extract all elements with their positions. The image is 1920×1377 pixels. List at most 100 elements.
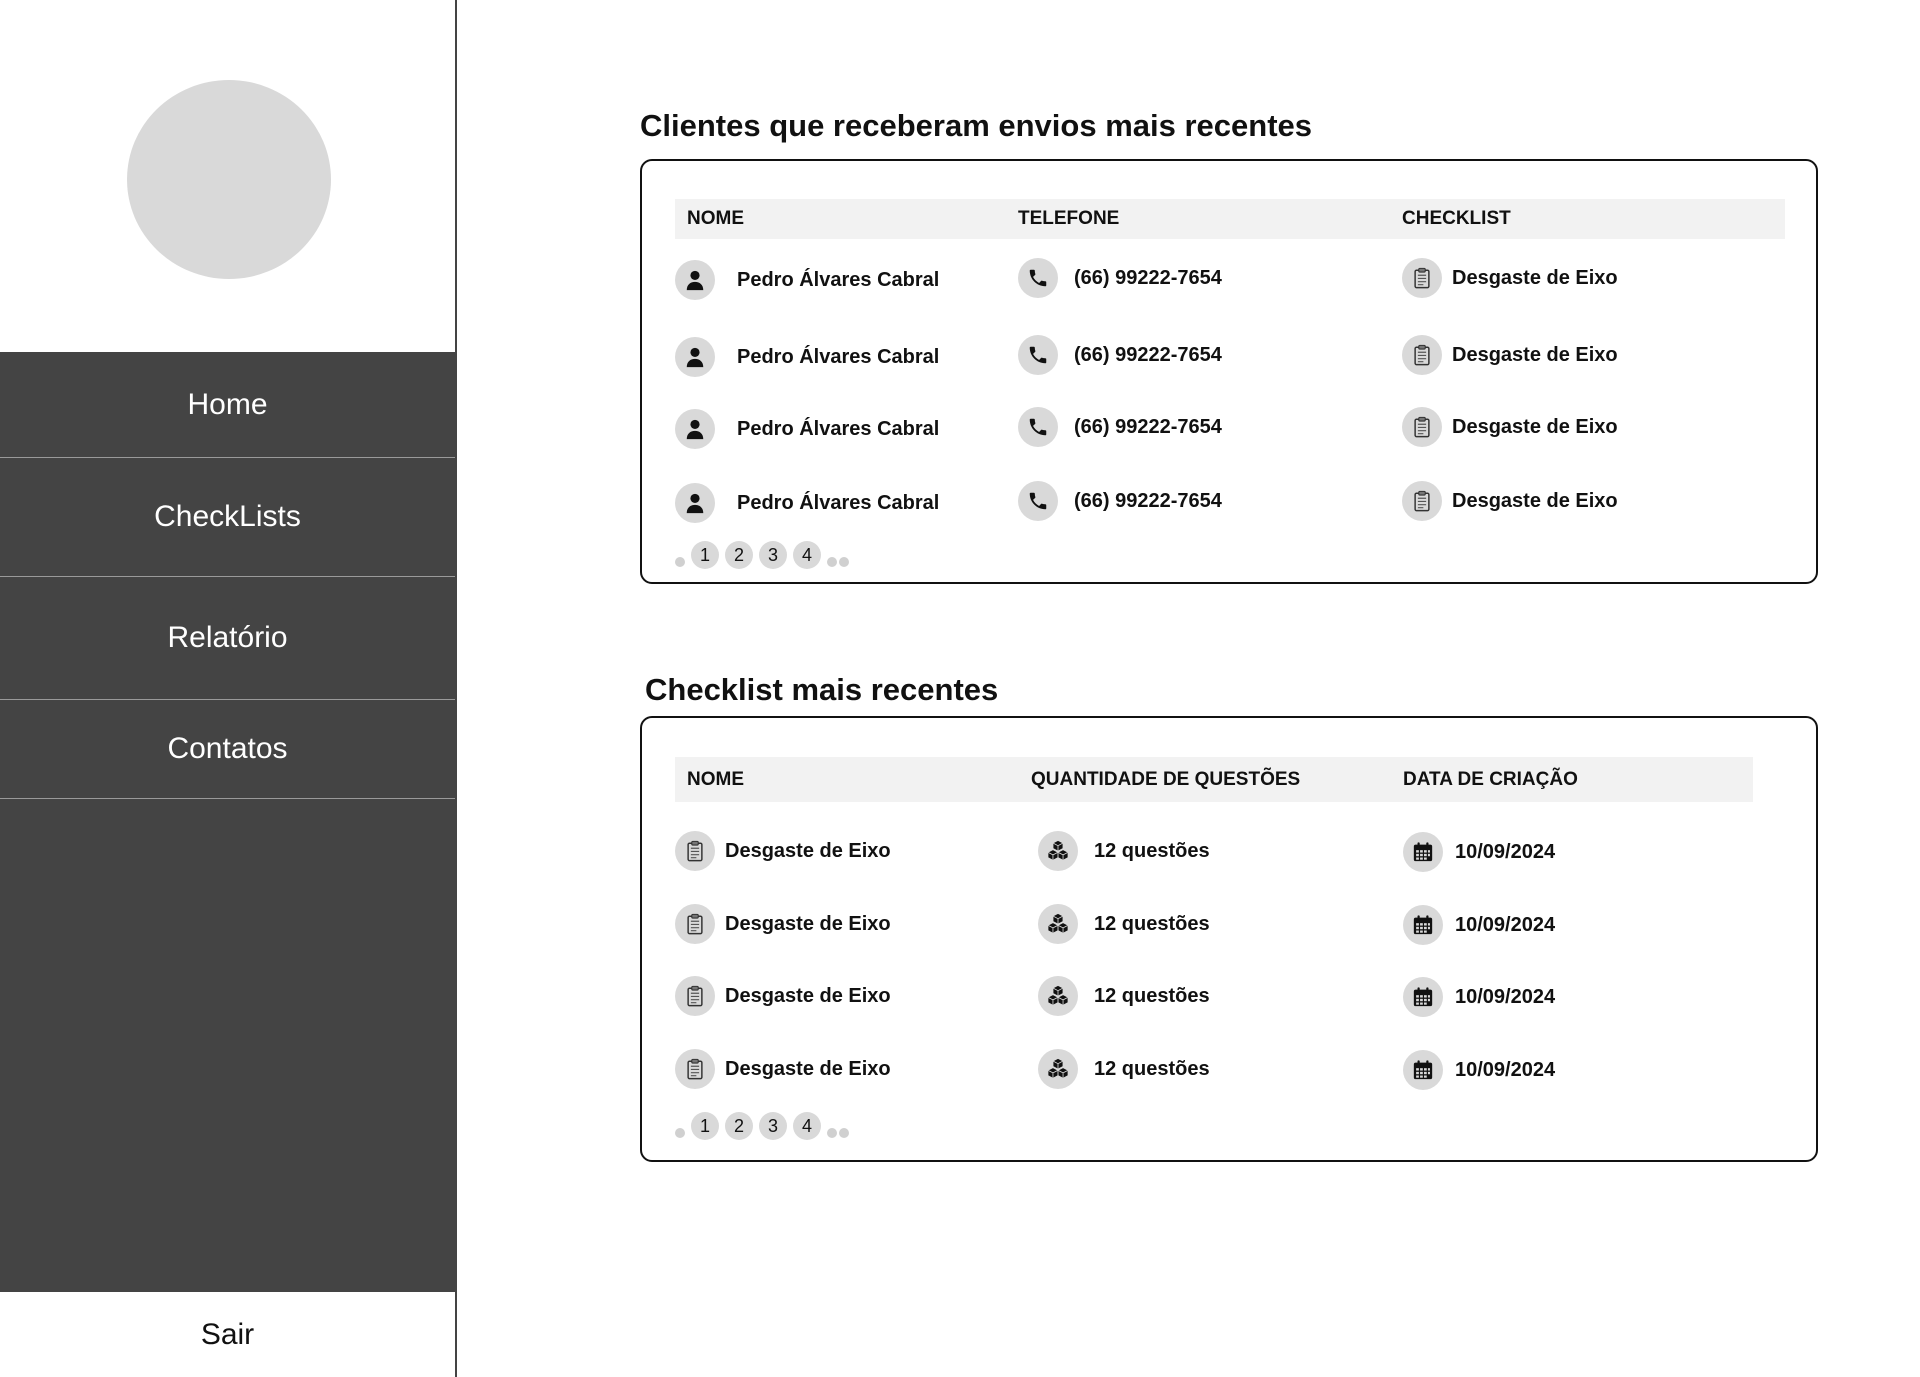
clipboard-icon — [1402, 481, 1442, 521]
column-header-nome[interactable]: NOME — [687, 199, 744, 239]
cubes-icon — [1038, 904, 1078, 944]
client-phone-cell-text: (66) 99222-7654 — [1074, 415, 1222, 438]
client-name-cell: Pedro Álvares Cabral — [675, 337, 939, 377]
checklist-questions-cell-text: 12 questões — [1094, 839, 1210, 862]
column-header-checklist[interactable]: CHECKLIST — [1402, 199, 1511, 239]
client-checklist-cell: Desgaste de Eixo — [1402, 335, 1618, 375]
calendar-icon — [1403, 832, 1443, 872]
page-button-1[interactable]: 1 — [691, 1112, 719, 1140]
client-name-cell: Pedro Álvares Cabral — [675, 260, 939, 300]
checklists-section-title: Checklist mais recentes — [645, 672, 999, 707]
page-button-2[interactable]: 2 — [725, 1112, 753, 1140]
checklist-date-cell: 10/09/2024 — [1403, 977, 1555, 1017]
checklist-name-cell-text: Desgaste de Eixo — [725, 912, 891, 935]
nav-item-relatorio[interactable]: Relatório — [0, 577, 455, 699]
checklists-pagination: 1 2 3 4 — [675, 1112, 849, 1140]
client-name-cell: Pedro Álvares Cabral — [675, 409, 939, 449]
phone-icon — [1018, 258, 1058, 298]
checklists-table-card: NOME QUANTIDADE DE QUESTÕES DATA DE CRIA… — [640, 716, 1818, 1162]
client-checklist-cell-text: Desgaste de Eixo — [1452, 343, 1618, 366]
client-checklist-cell: Desgaste de Eixo — [1402, 407, 1618, 447]
checklist-name-cell-text: Desgaste de Eixo — [725, 984, 891, 1007]
logout-button[interactable]: Sair — [0, 1292, 455, 1377]
checklist-questions-cell: 12 questões — [1038, 1049, 1210, 1089]
calendar-icon — [1403, 1050, 1443, 1090]
column-header-data-criacao[interactable]: DATA DE CRIAÇÃO — [1403, 757, 1578, 802]
clipboard-icon — [675, 976, 715, 1016]
client-phone-cell-text: (66) 99222-7654 — [1074, 343, 1222, 366]
pagination-dot — [827, 1128, 837, 1138]
user-icon — [675, 409, 715, 449]
clipboard-icon — [675, 1049, 715, 1089]
user-icon — [675, 260, 715, 300]
page-button-3[interactable]: 3 — [759, 541, 787, 569]
sidebar-nav: Home CheckLists Relatório Contatos — [0, 352, 455, 1292]
checklist-name-cell-text: Desgaste de Eixo — [725, 839, 891, 862]
checklist-date-cell: 10/09/2024 — [1403, 832, 1555, 872]
nav-item-contatos[interactable]: Contatos — [0, 700, 455, 798]
clients-table-header: NOME TELEFONE CHECKLIST — [675, 199, 1785, 239]
client-phone-cell: (66) 99222-7654 — [1018, 481, 1222, 521]
clients-table-card: NOME TELEFONE CHECKLIST Pedro Álvares Ca… — [640, 159, 1818, 584]
checklist-date-cell-text: 10/09/2024 — [1455, 840, 1556, 863]
phone-icon — [1018, 481, 1058, 521]
client-phone-cell: (66) 99222-7654 — [1018, 407, 1222, 447]
page-button-4[interactable]: 4 — [793, 541, 821, 569]
page-button-4[interactable]: 4 — [793, 1112, 821, 1140]
client-phone-cell: (66) 99222-7654 — [1018, 335, 1222, 375]
checklist-name-cell-text: Desgaste de Eixo — [725, 1057, 891, 1080]
phone-icon — [1018, 407, 1058, 447]
client-name-cell-text: Pedro Álvares Cabral — [737, 417, 940, 440]
nav-item-checklists[interactable]: CheckLists — [0, 458, 455, 576]
client-name-cell: Pedro Álvares Cabral — [675, 483, 939, 523]
pagination-dot — [839, 1128, 849, 1138]
cubes-icon — [1038, 976, 1078, 1016]
column-header-quantidade[interactable]: QUANTIDADE DE QUESTÕES — [1031, 757, 1300, 802]
clients-pagination: 1 2 3 4 — [675, 541, 849, 569]
clipboard-icon — [675, 904, 715, 944]
column-header-telefone[interactable]: TELEFONE — [1018, 199, 1119, 239]
sidebar: Home CheckLists Relatório Contatos Sair — [0, 0, 457, 1377]
pagination-dot — [827, 557, 837, 567]
client-checklist-cell-text: Desgaste de Eixo — [1452, 415, 1618, 438]
checklist-questions-cell-text: 12 questões — [1094, 984, 1210, 1007]
avatar[interactable] — [127, 80, 331, 279]
checklist-date-cell: 10/09/2024 — [1403, 1050, 1555, 1090]
client-checklist-cell: Desgaste de Eixo — [1402, 258, 1618, 298]
cubes-icon — [1038, 831, 1078, 871]
user-icon — [675, 337, 715, 377]
clipboard-icon — [1402, 335, 1442, 375]
checklist-date-cell: 10/09/2024 — [1403, 905, 1555, 945]
nav-divider — [0, 798, 455, 799]
checklist-name-cell: Desgaste de Eixo — [675, 831, 891, 871]
client-checklist-cell: Desgaste de Eixo — [1402, 481, 1618, 521]
clipboard-icon — [1402, 407, 1442, 447]
clipboard-icon — [1402, 258, 1442, 298]
page-button-3[interactable]: 3 — [759, 1112, 787, 1140]
page-button-1[interactable]: 1 — [691, 541, 719, 569]
calendar-icon — [1403, 977, 1443, 1017]
checklist-name-cell: Desgaste de Eixo — [675, 904, 891, 944]
checklist-name-cell: Desgaste de Eixo — [675, 976, 891, 1016]
checklist-name-cell: Desgaste de Eixo — [675, 1049, 891, 1089]
checklist-questions-cell-text: 12 questões — [1094, 1057, 1210, 1080]
clients-section-title: Clientes que receberam envios mais recen… — [640, 108, 1312, 143]
client-phone-cell-text: (66) 99222-7654 — [1074, 489, 1222, 512]
checklist-questions-cell-text: 12 questões — [1094, 912, 1210, 935]
column-header-nome[interactable]: NOME — [687, 757, 744, 802]
client-name-cell-text: Pedro Álvares Cabral — [737, 345, 940, 368]
client-name-cell-text: Pedro Álvares Cabral — [737, 268, 940, 291]
client-phone-cell-text: (66) 99222-7654 — [1074, 266, 1222, 289]
clipboard-icon — [675, 831, 715, 871]
checklist-date-cell-text: 10/09/2024 — [1455, 985, 1556, 1008]
checklists-table-header: NOME QUANTIDADE DE QUESTÕES DATA DE CRIA… — [675, 757, 1753, 802]
phone-icon — [1018, 335, 1058, 375]
checklist-date-cell-text: 10/09/2024 — [1455, 1058, 1556, 1081]
checklist-questions-cell: 12 questões — [1038, 831, 1210, 871]
page-button-2[interactable]: 2 — [725, 541, 753, 569]
nav-item-home[interactable]: Home — [0, 352, 455, 457]
client-checklist-cell-text: Desgaste de Eixo — [1452, 489, 1618, 512]
pagination-dot — [675, 1128, 685, 1138]
client-phone-cell: (66) 99222-7654 — [1018, 258, 1222, 298]
checklist-questions-cell: 12 questões — [1038, 904, 1210, 944]
